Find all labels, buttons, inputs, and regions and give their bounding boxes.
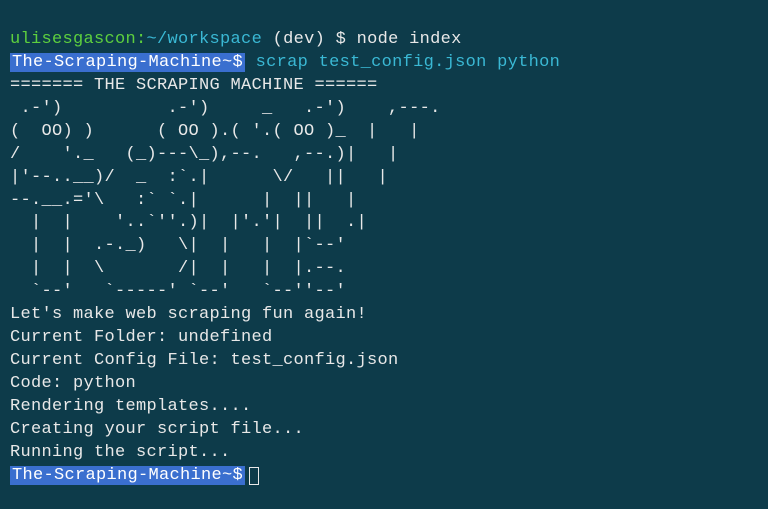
inner-prompt-end: The-Scraping-Machine~$ [10,466,245,485]
working-dir: ~/workspace [147,30,263,49]
output-create: Creating your script file... [10,420,304,439]
prompt-line-1: ulisesgascon:~/workspace (dev) $ node in… [10,30,462,49]
ascii-banner-line: / '._ (_)---\_),--. ,--.)| | [10,145,409,164]
space [245,53,256,72]
output-run: Running the script... [10,443,231,462]
dollar-sign: $ [336,30,357,49]
ascii-banner-line: .-') .-') _ .-') ,---. [10,99,451,118]
output-folder: Current Folder: undefined [10,328,273,347]
git-branch: (dev) [262,30,336,49]
command-2: scrap test_config.json python [256,53,561,72]
ascii-banner-line: ======= THE SCRAPING MACHINE ====== [10,76,378,95]
output-code: Code: python [10,374,136,393]
ascii-banner-line: --.__.='\ :` `.| | || | [10,191,367,210]
user-name: ulisesgascon [10,30,136,49]
prompt-line-2: The-Scraping-Machine~$ scrap test_config… [10,53,560,72]
output-tagline: Let's make web scraping fun again! [10,305,367,324]
ascii-banner-line: | | .-._) \| | | |`--' [10,236,367,255]
ascii-banner-line: ( OO) ) ( OO ).( '.( OO )_ | | [10,122,430,141]
output-config: Current Config File: test_config.json [10,351,399,370]
terminal-output[interactable]: ulisesgascon:~/workspace (dev) $ node in… [10,6,758,488]
cursor-icon [249,467,259,485]
inner-prompt: The-Scraping-Machine~$ [10,53,245,72]
ascii-banner-line: | | \ /| | | |.--. [10,259,367,278]
ascii-banner-line: `--' `-----' `--' `--''--' [10,282,367,301]
command-1: node index [357,30,462,49]
colon: : [136,30,147,49]
prompt-line-end: The-Scraping-Machine~$ [10,466,259,485]
output-render: Rendering templates.... [10,397,252,416]
ascii-banner-line: |'--..__)/ _ :`.| \/ || | [10,168,399,187]
ascii-banner-line: | | '..`''.)| |'.'| || .| [10,213,378,232]
